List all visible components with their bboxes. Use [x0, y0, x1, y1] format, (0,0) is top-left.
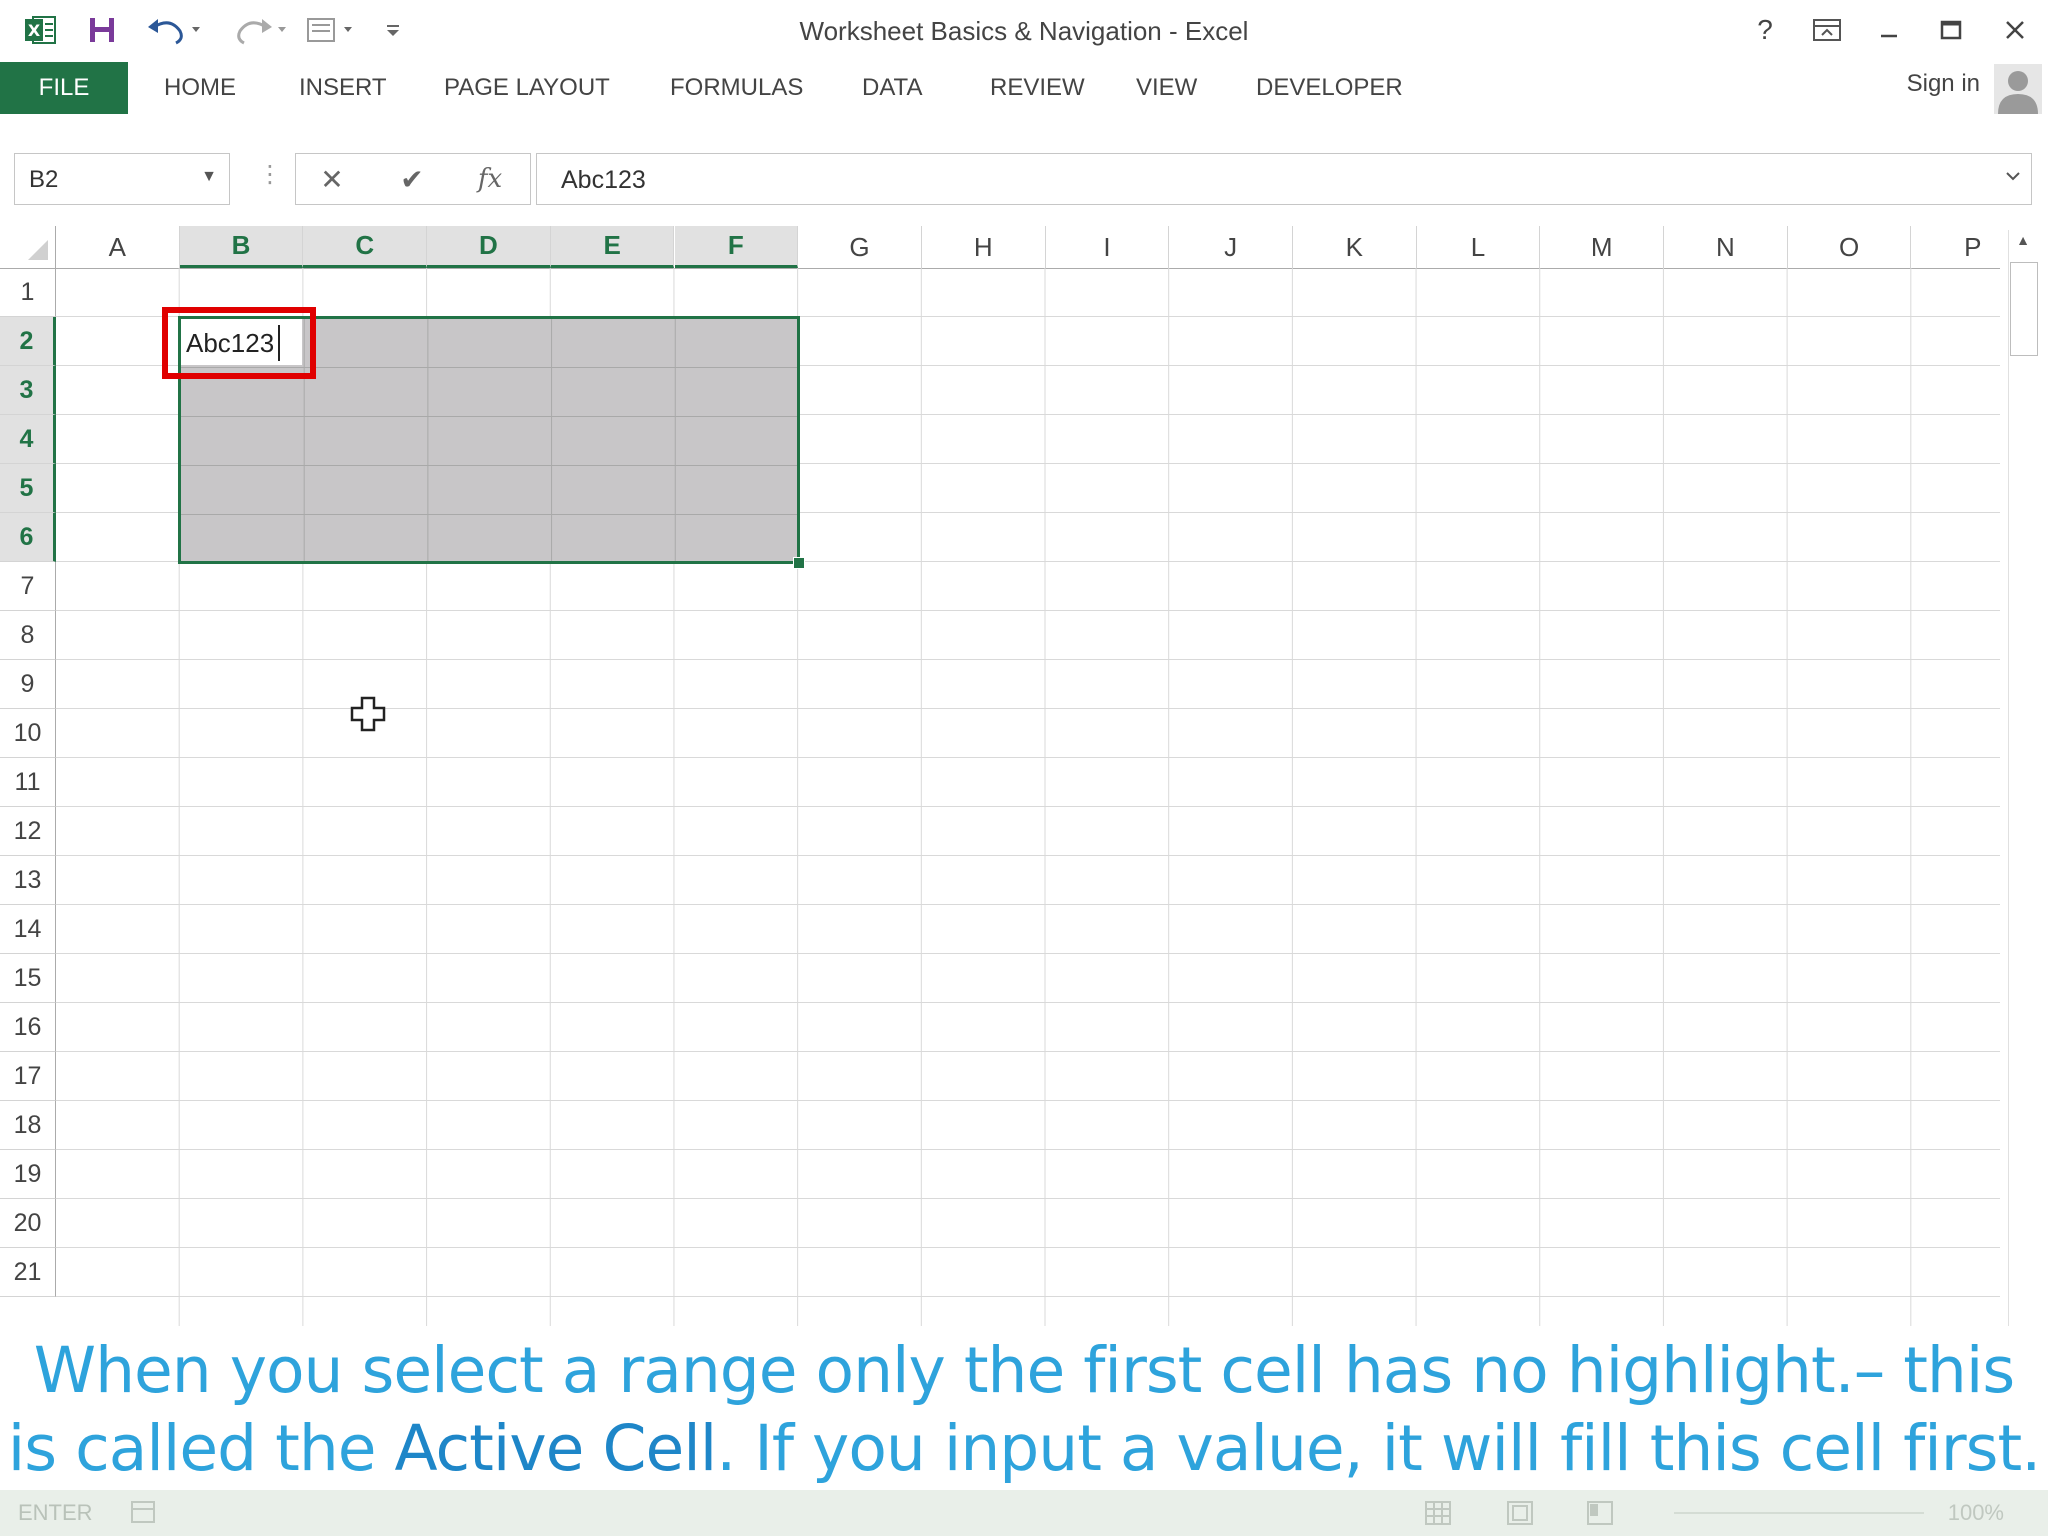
tab-formulas[interactable]: FORMULAS — [670, 62, 803, 114]
row-header-11[interactable]: 11 — [0, 758, 56, 807]
column-header-a[interactable]: A — [56, 226, 180, 268]
formula-input[interactable]: Abc123 — [536, 153, 2032, 205]
formula-bar-grip-icon[interactable]: ⋮ — [258, 160, 282, 189]
close-icon[interactable] — [1990, 10, 2040, 50]
row-header-6[interactable]: 6 — [0, 513, 56, 562]
enter-check-icon[interactable]: ✔ — [382, 162, 442, 196]
ribbon-display-options-icon[interactable] — [1802, 10, 1852, 50]
tab-home[interactable]: HOME — [164, 62, 236, 114]
page-layout-view-icon[interactable] — [1506, 1500, 1534, 1531]
tutorial-caption: When you select a range only the first c… — [0, 1328, 2048, 1490]
column-header-e[interactable]: E — [550, 226, 675, 268]
help-icon[interactable]: ? — [1740, 10, 1790, 50]
normal-view-icon[interactable] — [1424, 1500, 1452, 1531]
row-header-13[interactable]: 13 — [0, 856, 56, 905]
tab-page-layout[interactable]: PAGE LAYOUT — [444, 62, 610, 114]
tab-review[interactable]: REVIEW — [990, 62, 1085, 114]
column-header-h[interactable]: H — [922, 226, 1046, 268]
chevron-down-icon[interactable]: ▼ — [201, 168, 217, 186]
tab-file[interactable]: FILE — [0, 62, 128, 114]
row-header-18[interactable]: 18 — [0, 1101, 56, 1150]
row-header-15[interactable]: 15 — [0, 954, 56, 1003]
zoom-slider[interactable] — [1674, 1512, 1924, 1514]
tab-view[interactable]: VIEW — [1136, 62, 1197, 114]
zoom-level[interactable]: 100% — [1948, 1500, 2004, 1526]
caption-line-2: is called the Active Cell. If you input … — [0, 1412, 2048, 1485]
column-header-c[interactable]: C — [303, 226, 428, 268]
cancel-icon[interactable]: ✕ — [302, 162, 362, 196]
formula-value: Abc123 — [561, 166, 646, 194]
row-header-14[interactable]: 14 — [0, 905, 56, 954]
macro-record-icon[interactable] — [130, 1500, 156, 1529]
column-headers: ABCDEFGHIJKLMNOP — [0, 226, 2000, 269]
expand-formula-bar-icon[interactable] — [2003, 166, 2023, 191]
vertical-scrollbar[interactable] — [2008, 230, 2039, 1326]
row-header-9[interactable]: 9 — [0, 660, 56, 709]
row-header-4[interactable]: 4 — [0, 415, 56, 464]
name-box[interactable]: B2 ▼ — [14, 153, 230, 205]
user-avatar-icon[interactable] — [1994, 64, 2042, 114]
insert-function-icon[interactable]: fx — [460, 162, 520, 196]
column-header-m[interactable]: M — [1540, 226, 1665, 268]
row-header-19[interactable]: 19 — [0, 1150, 56, 1199]
row-header-5[interactable]: 5 — [0, 464, 56, 513]
fill-handle[interactable] — [793, 557, 805, 569]
row-header-7[interactable]: 7 — [0, 562, 56, 611]
row-header-17[interactable]: 17 — [0, 1052, 56, 1101]
column-header-k[interactable]: K — [1293, 226, 1417, 268]
column-header-d[interactable]: D — [427, 226, 551, 268]
column-header-g[interactable]: G — [798, 226, 922, 268]
page-break-preview-icon[interactable] — [1586, 1500, 1614, 1531]
row-header-1[interactable]: 1 — [0, 268, 56, 317]
status-mode: ENTER — [18, 1500, 93, 1525]
sign-in-link[interactable]: Sign in — [1907, 70, 1980, 98]
caption-line-2-prefix: is called the — [7, 1412, 395, 1485]
row-header-10[interactable]: 10 — [0, 709, 56, 758]
tab-developer[interactable]: DEVELOPER — [1256, 62, 1403, 114]
row-header-3[interactable]: 3 — [0, 366, 56, 415]
tab-insert[interactable]: INSERT — [299, 62, 387, 114]
scroll-up-icon[interactable]: ▲ — [2010, 232, 2036, 258]
column-header-b[interactable]: B — [179, 226, 304, 268]
caption-line-2-suffix: . If you input a value, it will fill thi… — [716, 1412, 2041, 1485]
row-header-20[interactable]: 20 — [0, 1199, 56, 1248]
row-header-12[interactable]: 12 — [0, 807, 56, 856]
column-header-i[interactable]: I — [1046, 226, 1170, 268]
row-header-16[interactable]: 16 — [0, 1003, 56, 1052]
cell-select-cursor-icon — [350, 696, 386, 741]
caption-line-1: When you select a range only the first c… — [33, 1334, 2015, 1407]
row-header-8[interactable]: 8 — [0, 611, 56, 660]
row-header-2[interactable]: 2 — [0, 317, 56, 366]
column-header-l[interactable]: L — [1417, 226, 1541, 268]
column-header-p[interactable]: P — [1912, 226, 2001, 268]
title-bar: X Worksheet Basics & Navigation - Excel … — [0, 0, 2048, 60]
active-cell-highlight-box — [162, 307, 316, 379]
row-header-21[interactable]: 21 — [0, 1248, 56, 1297]
column-header-f[interactable]: F — [674, 226, 799, 268]
caption-active-cell-term: Active Cell — [394, 1412, 718, 1485]
minimize-icon[interactable] — [1864, 10, 1914, 50]
column-header-j[interactable]: J — [1169, 226, 1293, 268]
tab-data[interactable]: DATA — [862, 62, 922, 114]
formula-buttons: ✕ ✔ fx — [295, 153, 531, 205]
status-bar: ENTER 100% — [0, 1490, 2048, 1536]
name-box-value: B2 — [29, 166, 59, 193]
column-header-o[interactable]: O — [1788, 226, 1912, 268]
maximize-icon[interactable] — [1926, 10, 1976, 50]
column-header-n[interactable]: N — [1664, 226, 1788, 268]
scrollbar-thumb[interactable] — [2010, 262, 2038, 356]
select-all-button[interactable] — [0, 226, 56, 268]
